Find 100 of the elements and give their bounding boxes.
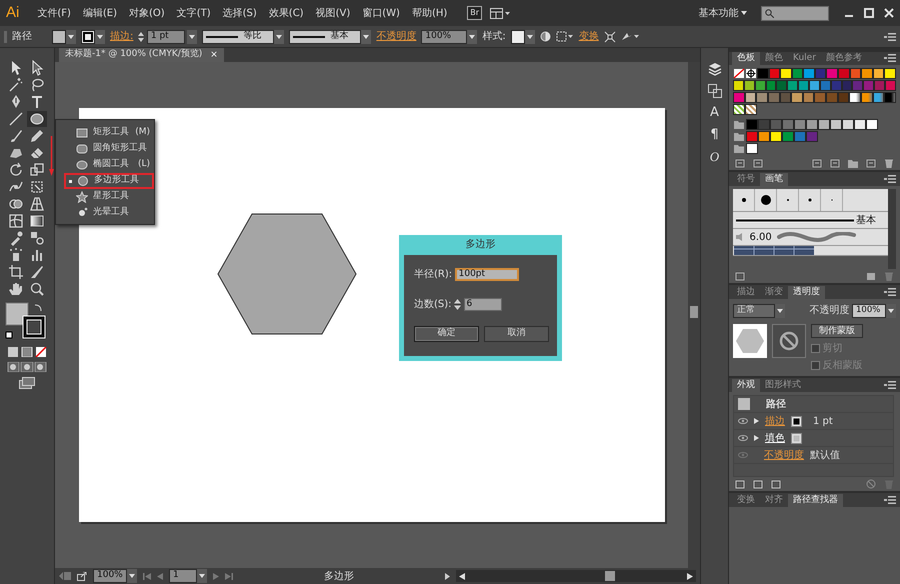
caret-icon[interactable]	[363, 34, 370, 38]
pattern-swatch[interactable]	[745, 104, 757, 115]
screen-mode-icon[interactable]	[19, 377, 35, 389]
new-stroke-icon[interactable]	[735, 480, 745, 488]
menu-item[interactable]: 效果(C)	[262, 4, 310, 22]
fill-link[interactable]: 填色	[765, 430, 785, 446]
stroke-link[interactable]: 描边:	[110, 29, 134, 44]
color-swatch[interactable]	[798, 80, 810, 91]
flyout-menu-item[interactable]: 椭圆工具 (L)	[64, 157, 154, 173]
caret-icon[interactable]	[68, 34, 74, 38]
color-swatch[interactable]	[733, 92, 745, 103]
recolor-icon[interactable]	[540, 31, 551, 42]
search-field[interactable]	[761, 6, 829, 20]
search-icon[interactable]	[29, 281, 45, 297]
color-swatch[interactable]	[830, 80, 842, 91]
opacity-link[interactable]: 不透明度	[764, 448, 804, 462]
color-swatch[interactable]	[782, 119, 794, 130]
stroke-link[interactable]: 描边	[765, 414, 785, 428]
flyout-menu-item[interactable]: 多边形工具	[64, 173, 154, 189]
color-swatch[interactable]	[861, 68, 873, 79]
color-swatch[interactable]	[746, 131, 758, 142]
artboard-field[interactable]: 1	[169, 569, 197, 583]
color-swatch[interactable]	[818, 119, 830, 130]
eye-icon[interactable]	[738, 435, 748, 441]
panel-menu-icon[interactable]	[884, 32, 896, 40]
panel-tab[interactable]: 路径查找器	[788, 494, 843, 507]
color-swatch[interactable]	[872, 68, 884, 79]
last-page-icon[interactable]	[225, 572, 233, 580]
color-swatch[interactable]	[830, 119, 842, 130]
scroll-right-icon[interactable]	[687, 572, 693, 580]
ellipse-icon[interactable]	[29, 111, 45, 127]
menu-item[interactable]: 窗口(W)	[356, 4, 406, 22]
color-swatch[interactable]	[794, 119, 806, 130]
knife-icon[interactable]	[29, 264, 45, 280]
type-icon[interactable]	[29, 94, 45, 110]
panel-tab[interactable]: 图形样式	[760, 379, 806, 392]
workspace-switcher[interactable]: 基本功能	[692, 4, 753, 22]
artboards-icon[interactable]	[708, 84, 722, 98]
color-swatch[interactable]	[842, 80, 852, 91]
color-swatch[interactable]	[758, 119, 770, 130]
library-icon[interactable]	[735, 272, 745, 280]
color-swatch[interactable]	[770, 119, 782, 130]
bar-chart-icon[interactable]	[29, 247, 45, 263]
swatch-kind-icon[interactable]	[753, 159, 763, 168]
caret-icon[interactable]	[276, 34, 282, 38]
expand-triangle-icon[interactable]	[754, 435, 759, 441]
gradient-swatch[interactable]	[872, 92, 884, 103]
zoom-field[interactable]: 100%	[93, 569, 127, 583]
pencil-icon[interactable]	[29, 128, 45, 144]
color-swatch[interactable]	[787, 80, 798, 91]
menu-item[interactable]: 编辑(E)	[76, 4, 124, 22]
flyout-menu-item[interactable]: 光晕工具	[64, 205, 154, 221]
panel-tab[interactable]: 画笔	[760, 173, 788, 186]
color-swatch[interactable]	[794, 131, 806, 142]
color-swatch[interactable]	[803, 68, 815, 79]
close-icon[interactable]	[884, 8, 894, 18]
panel-scrollbar[interactable]	[888, 189, 896, 269]
make-mask-button[interactable]: 制作蒙版	[811, 324, 862, 338]
panel-tab[interactable]: 符号	[732, 173, 760, 186]
caret-icon[interactable]	[777, 308, 783, 312]
blend-mode-dropdown[interactable]: 正常	[733, 304, 775, 318]
next-page-icon[interactable]	[213, 572, 219, 580]
panel-tab[interactable]: 变换	[732, 494, 760, 507]
eye-icon[interactable]	[738, 418, 748, 424]
new-fill-icon[interactable]	[753, 480, 763, 488]
panel-tab[interactable]: 色板	[732, 52, 760, 65]
vertical-scrollbar[interactable]	[688, 62, 700, 568]
color-swatch[interactable]	[776, 80, 788, 91]
color-swatch[interactable]	[842, 119, 854, 130]
menu-item[interactable]: 帮助(H)	[406, 4, 454, 22]
color-swatch[interactable]	[806, 119, 818, 130]
draw-mode-icon[interactable]	[7, 362, 47, 372]
caret-icon[interactable]	[526, 34, 533, 38]
wand-icon[interactable]	[8, 77, 24, 93]
color-swatch[interactable]	[814, 68, 826, 79]
style-swatch[interactable]	[510, 30, 525, 44]
panel-menu-icon[interactable]	[884, 175, 896, 183]
menu-item[interactable]: 视图(V)	[310, 4, 356, 22]
brush-tip-icon[interactable]	[760, 194, 772, 206]
gradient-swatch[interactable]	[884, 92, 896, 103]
color-swatch[interactable]	[826, 68, 838, 79]
panel-tab[interactable]: 颜色	[760, 52, 788, 65]
panel-tab[interactable]: 透明度	[788, 286, 825, 299]
color-swatch[interactable]	[838, 68, 850, 79]
bridge-button[interactable]: Br	[467, 6, 482, 20]
line-icon[interactable]	[8, 111, 24, 127]
caret-icon[interactable]	[469, 34, 476, 38]
gradient-swatch[interactable]	[849, 92, 862, 103]
color-swatch[interactable]	[866, 119, 878, 130]
fill-swatch[interactable]	[791, 432, 802, 444]
flyout-menu-item[interactable]: 矩形工具 (M)	[64, 125, 154, 141]
panel-menu-icon[interactable]	[884, 381, 896, 389]
color-mode-icon[interactable]	[7, 347, 47, 357]
color-swatch[interactable]	[838, 92, 850, 103]
color-swatch[interactable]	[746, 119, 758, 130]
radius-field[interactable]: 100pt	[454, 268, 519, 281]
sides-field[interactable]: 6	[464, 298, 502, 311]
stroke-swatch[interactable]	[791, 416, 802, 426]
caret-icon[interactable]	[199, 574, 205, 578]
color-swatch[interactable]	[780, 68, 792, 79]
